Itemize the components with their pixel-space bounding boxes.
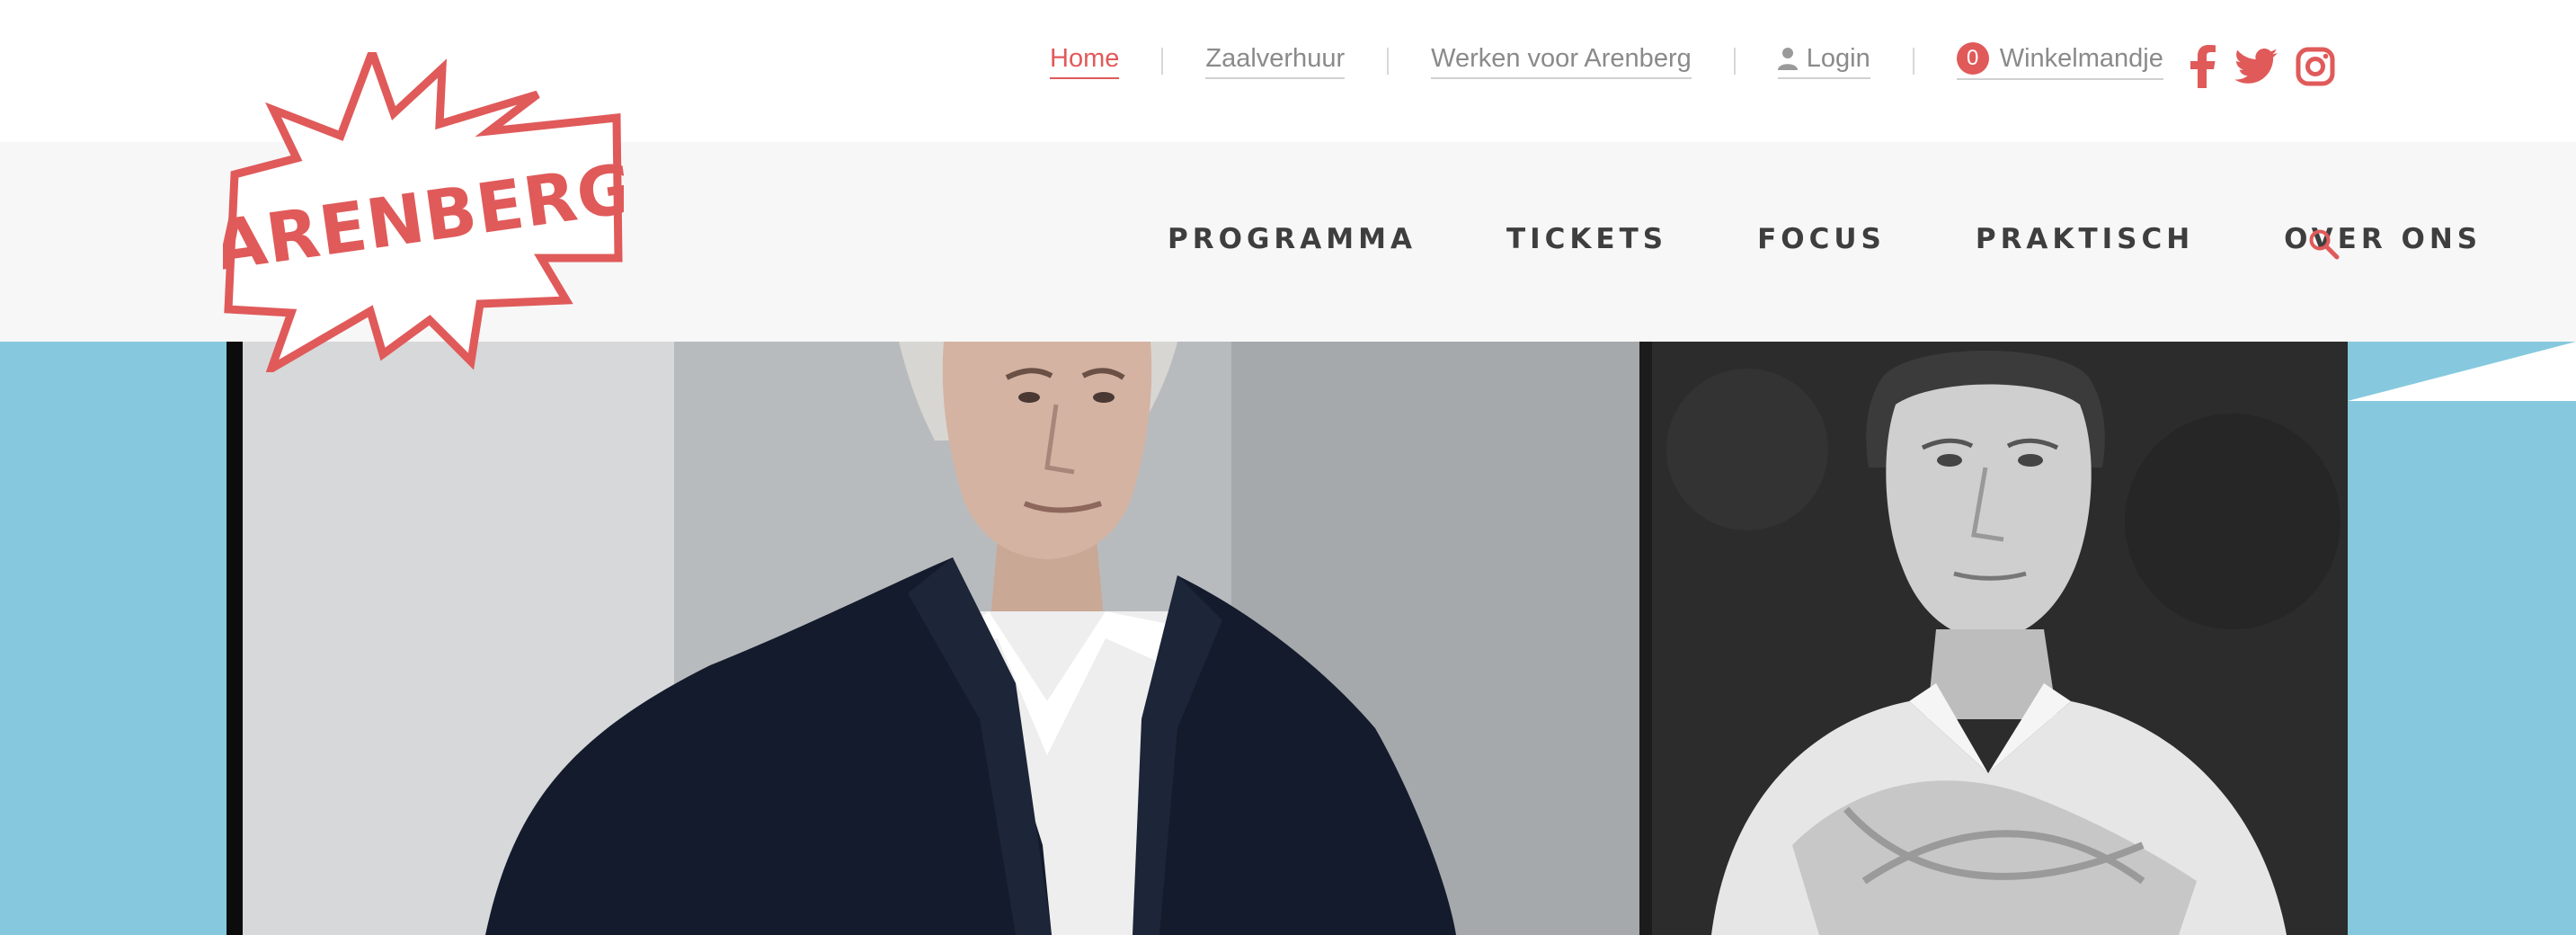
login-link[interactable]: Login xyxy=(1777,43,1870,79)
social-links xyxy=(2190,41,2353,92)
nav-item-programma[interactable]: PROGRAMMA xyxy=(1168,223,1417,255)
portrait-illustration-right xyxy=(1639,342,2348,935)
divider xyxy=(1387,48,1390,75)
login-label: Login xyxy=(1806,44,1870,73)
hero-corner-decoration xyxy=(2348,342,2576,401)
nav-link-werken-voor-arenberg[interactable]: Werken voor Arenberg xyxy=(1431,43,1692,79)
twitter-icon[interactable] xyxy=(2234,49,2278,85)
main-nav: PROGRAMMA TICKETS FOCUS PRAKTISCH OVER O… xyxy=(1168,223,2482,255)
divider xyxy=(1161,48,1164,75)
page: Home Zaalverhuur Werken voor Arenberg Lo… xyxy=(0,0,2576,935)
nav-item-focus[interactable]: FOCUS xyxy=(1757,223,1886,255)
cart-count-badge: 0 xyxy=(1956,42,1989,75)
facebook-icon[interactable] xyxy=(2190,45,2216,88)
hero-image[interactable] xyxy=(227,342,2348,935)
cart-label: Winkelmandje xyxy=(1999,44,2163,73)
utility-nav: Home Zaalverhuur Werken voor Arenberg Lo… xyxy=(1050,41,2163,81)
divider xyxy=(1912,48,1914,75)
hero-photo-right xyxy=(1639,342,2348,935)
search-icon[interactable] xyxy=(2308,228,2341,261)
nav-item-praktisch[interactable]: PRAKTISCH xyxy=(1976,223,2194,255)
nav-link-zaalverhuur[interactable]: Zaalverhuur xyxy=(1205,43,1346,79)
portrait-illustration-left xyxy=(243,342,1852,935)
nav-link-home[interactable]: Home xyxy=(1050,43,1120,79)
nav-item-tickets[interactable]: TICKETS xyxy=(1506,223,1667,255)
arenberg-logo[interactable]: ARENBERG xyxy=(223,52,624,372)
hero-photo-left xyxy=(243,342,1852,935)
divider xyxy=(1733,48,1736,75)
instagram-icon[interactable] xyxy=(2296,47,2335,86)
cart-link[interactable]: 0 Winkelmandje xyxy=(1956,42,2163,80)
user-icon xyxy=(1777,48,1798,70)
